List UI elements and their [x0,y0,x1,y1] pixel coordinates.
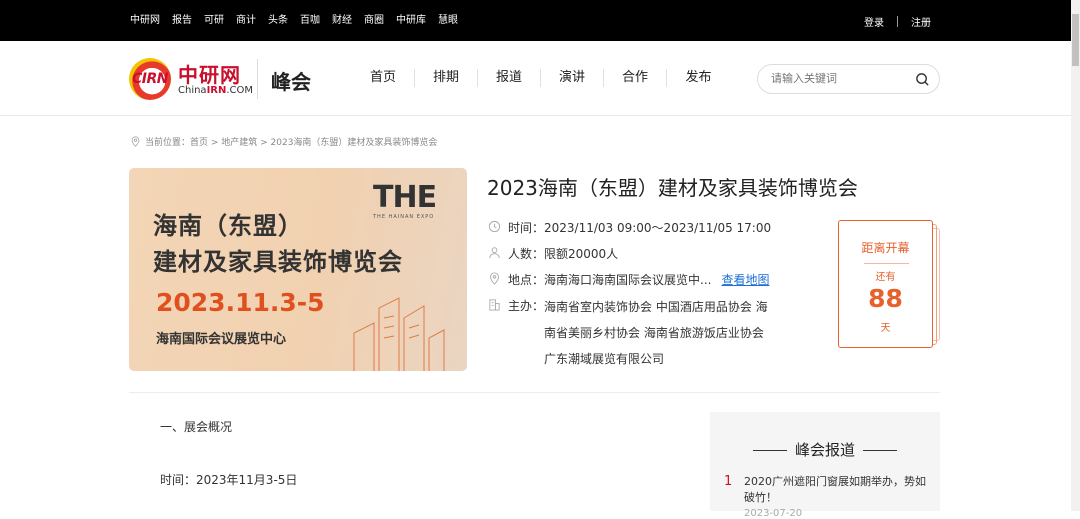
poster-venue: 海南国际会议展览中心 [156,332,287,347]
nav-home[interactable]: 首页 [352,69,415,87]
top-link-feasibility[interactable]: 可研 [204,14,224,28]
breadcrumb-text[interactable]: 当前位置：首页 > 地产建筑 > 2023海南（东盟）建材及家具装饰博览会 [145,135,437,148]
countdown-unit: 天 [880,323,891,334]
report-rank: 1 [724,474,733,489]
countdown-days: 88 [868,284,903,313]
event-location: 地点：海南海口海南国际会议展览中... 查看地图 [488,271,769,288]
overview-time: 时间：2023年11月3-5日 [160,473,298,487]
sidebar-heading: 峰会报道 [710,439,940,460]
section-brand[interactable]: 峰会 [271,66,311,95]
person-icon [489,247,500,259]
auth-divider [897,16,898,27]
report-item-title[interactable]: 2020广州遮阳门窗展如期举办，势如破竹！ [744,474,926,506]
nav-schedule[interactable]: 排期 [415,69,478,87]
event-title: 2023海南（东盟）建材及家具装饰博览会 [487,176,858,200]
countdown-card: 距离开幕 还有 88 天 [838,220,933,348]
top-link-zhongyan[interactable]: 中研网 [130,14,160,28]
top-link-insight[interactable]: 慧眼 [438,14,458,28]
event-organizer-label-row: 主办： [488,297,544,314]
top-link-business-plan[interactable]: 商计 [236,14,256,28]
event-time-text: 时间：2023/11/03 09:00～2023/11/05 17:00 [508,221,772,235]
poster-title-line1: 海南（东盟） [153,212,303,240]
countdown-prefix: 还有 [875,272,896,283]
view-map-link[interactable]: 查看地图 [721,271,769,288]
event-time: 时间：2023/11/03 09:00～2023/11/05 17:00 [488,219,771,236]
event-location-text: 地点：海南海口海南国际会议展览中... [508,273,712,287]
event-poster: 海南（东盟） 建材及家具装饰博览会 2023.11.3-5 海南国际会议展览中心… [129,168,467,371]
search-input[interactable] [771,71,911,87]
top-bar: 中研网 报告 可研 商计 头条 百咖 财经 商圈 中研库 慧眼 登录 注册 [0,0,1071,41]
top-link-finance[interactable]: 财经 [332,14,352,28]
nav-reports[interactable]: 报道 [478,69,541,87]
main-nav: 首页 排期 报道 演讲 合作 发布 [352,69,730,87]
event-organizer-label: 主办： [508,299,545,313]
header-divider [257,59,258,99]
poster-date: 2023.11.3-5 [156,288,325,317]
building-icon [489,299,500,311]
nav-publish[interactable]: 发布 [667,69,730,87]
register-link[interactable]: 注册 [911,14,931,29]
countdown-title: 距离开幕 [861,241,910,255]
poster-expo-logo-sub: THE HAINAN EXPO [373,214,435,220]
overview-heading: 一、展会概况 [160,420,233,434]
nav-cooperation[interactable]: 合作 [604,69,667,87]
site-header: CIRN 中研网 ChinaIRN.COM 峰会 首页 排期 报道 演讲 合作 … [0,41,1071,116]
top-link-database[interactable]: 中研库 [396,14,426,28]
top-link-headlines[interactable]: 头条 [268,14,288,28]
location-pin-icon [490,272,499,285]
poster-expo-logo: THE [373,180,437,215]
search-icon[interactable] [915,72,930,87]
search-box [757,64,940,94]
poster-building-graphic [353,297,445,371]
section-divider [129,392,940,393]
top-nav: 中研网 报告 可研 商计 头条 百咖 财经 商圈 中研库 慧眼 [130,14,470,28]
auth-links: 登录 注册 [864,14,931,29]
countdown-divider [864,263,909,264]
clock-icon [488,220,501,233]
logo-en-text: ChinaIRN.COM [178,85,254,96]
poster-title-line2: 建材及家具装饰博览会 [153,248,403,276]
report-item-date: 2023-07-20 [744,508,803,519]
nav-speeches[interactable]: 演讲 [541,69,604,87]
top-link-baika[interactable]: 百咖 [300,14,320,28]
event-people: 人数：限额20000人 [488,245,618,262]
scrollbar-thumb[interactable] [1072,14,1079,66]
breadcrumb: 当前位置：首页 > 地产建筑 > 2023海南（东盟）建材及家具装饰博览会 [130,135,437,148]
logo-cn-text: 中研网 [178,63,241,87]
top-link-business-circle[interactable]: 商圈 [364,14,384,28]
event-organizer-text: 海南省室内装饰协会 中国酒店用品协会 海南省美丽乡村协会 海南省旅游饭店业协会 … [544,300,768,366]
sidebar-reports: 峰会报道 1 2020广州遮阳门窗展如期举办，势如破竹！ 2023-07-20 [710,412,940,519]
login-link[interactable]: 登录 [864,14,884,29]
page-scrollbar[interactable] [1071,0,1080,511]
location-pin-icon [131,135,140,147]
top-link-report[interactable]: 报告 [172,14,192,28]
site-logo[interactable]: CIRN 中研网 ChinaIRN.COM [129,58,253,100]
logo-badge-text: CIRN [132,71,168,87]
event-people-text: 人数：限额20000人 [508,247,619,261]
